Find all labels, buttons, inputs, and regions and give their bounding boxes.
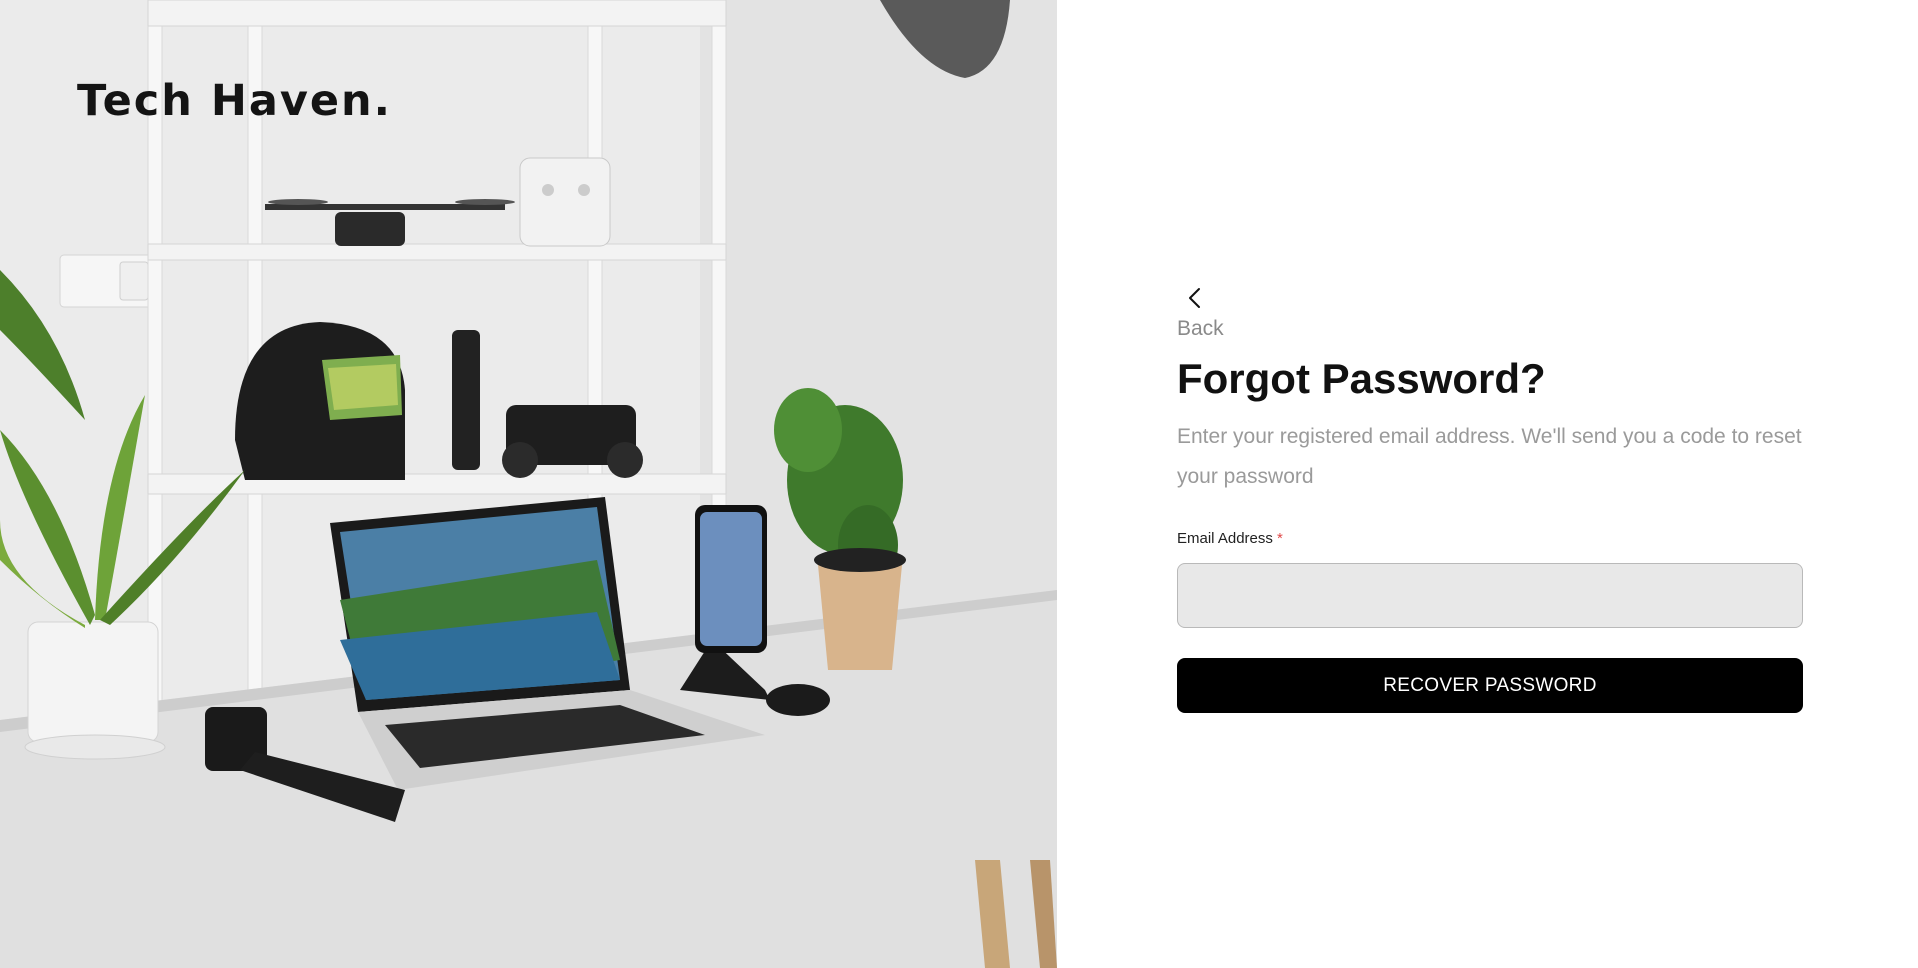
page-subtitle: Enter your registered email address. We'…: [1177, 425, 1802, 488]
required-indicator: *: [1277, 530, 1283, 547]
hero-image: Tech Haven.: [0, 0, 1057, 968]
brand-logo: Tech Haven.: [77, 76, 393, 126]
chevron-left-icon[interactable]: [1183, 285, 1209, 311]
forgot-password-panel: Back Forgot Password? Enter your registe…: [1057, 0, 1918, 968]
email-field-label: Email Address *: [1177, 530, 1283, 547]
email-label-text: Email Address: [1177, 530, 1273, 547]
back-label[interactable]: Back: [1177, 317, 1224, 341]
email-input[interactable]: [1177, 563, 1803, 628]
recover-password-button[interactable]: RECOVER PASSWORD: [1177, 658, 1803, 713]
page-title: Forgot Password?: [1177, 355, 1546, 402]
back-link[interactable]: Back: [1177, 285, 1224, 341]
workspace-photo: [0, 0, 1057, 968]
